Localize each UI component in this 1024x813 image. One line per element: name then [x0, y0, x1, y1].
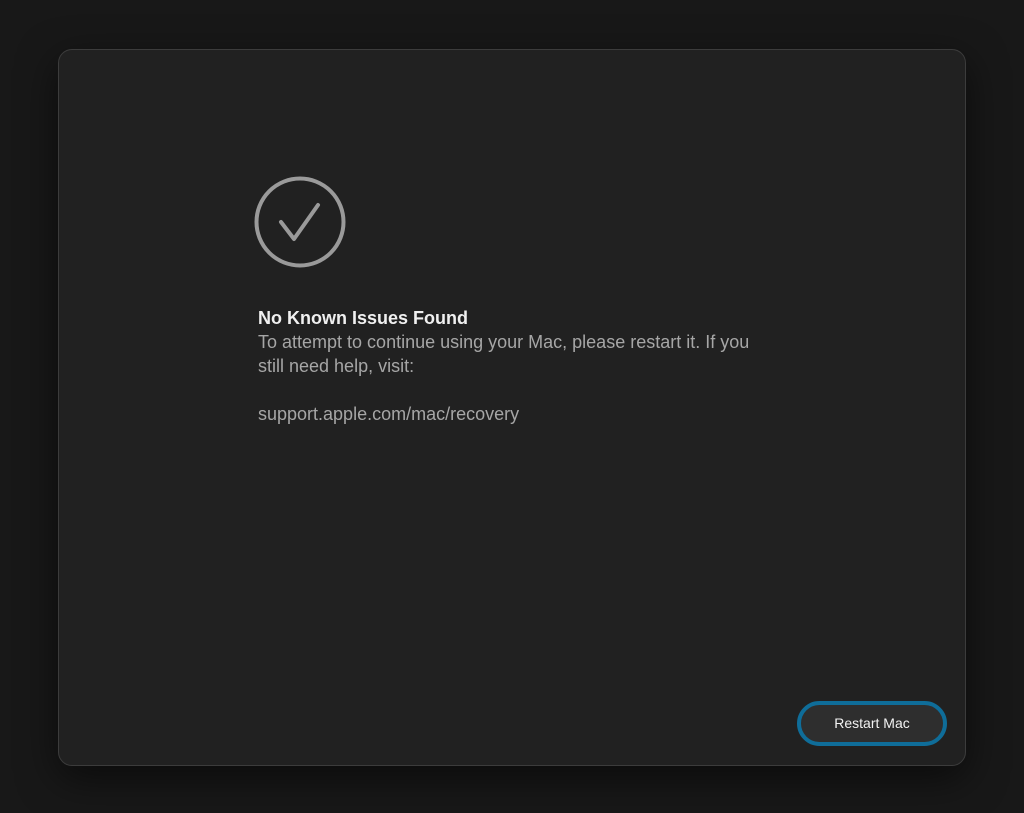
recovery-dialog: No Known Issues Found To attempt to cont…: [58, 49, 966, 766]
dialog-message: To attempt to continue using your Mac, p…: [258, 332, 750, 376]
dialog-title: No Known Issues Found: [258, 308, 468, 328]
message-block: No Known Issues Found To attempt to cont…: [258, 306, 778, 426]
checkmark-circle-icon: [254, 176, 346, 268]
support-link[interactable]: support.apple.com/mac/recovery: [258, 402, 778, 426]
restart-mac-button[interactable]: Restart Mac: [797, 701, 947, 746]
